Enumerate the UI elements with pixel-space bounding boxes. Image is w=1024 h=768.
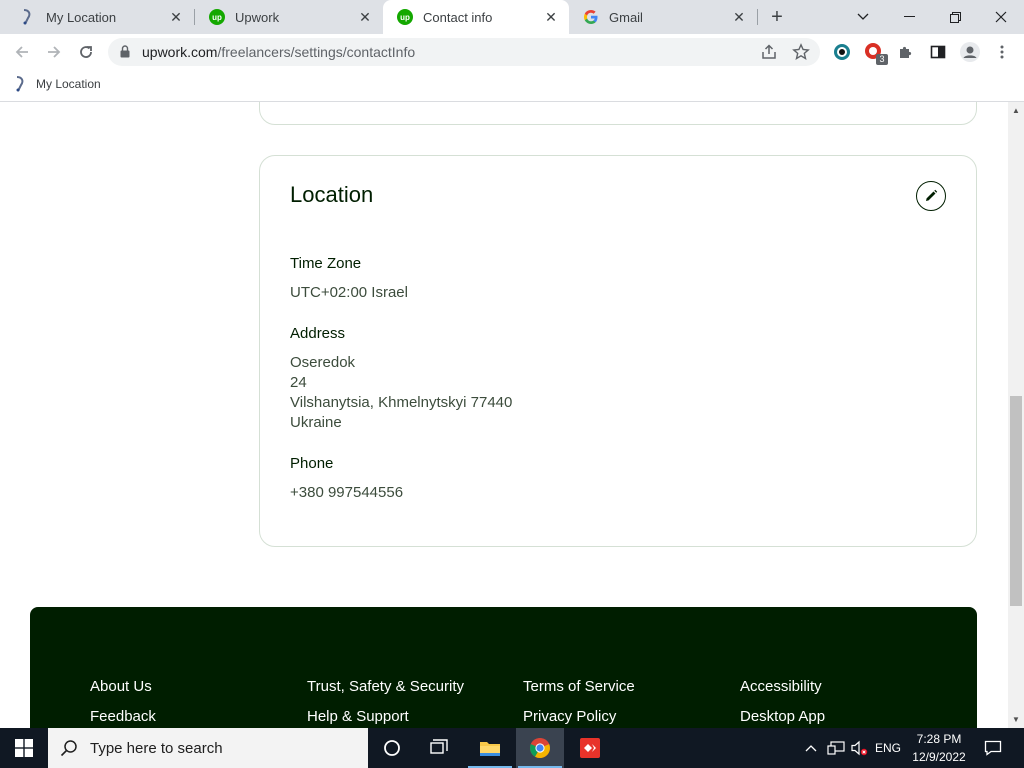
tray-overflow-chevron-icon[interactable] [800, 728, 822, 768]
location-card: Location Time Zone UTC+02:00 Israel Addr… [259, 155, 977, 547]
footer-link-trust-safety[interactable]: Trust, Safety & Security [307, 678, 464, 695]
vertical-scrollbar[interactable]: ▲ ▼ [1008, 102, 1024, 728]
bookmarks-bar: My Location [0, 70, 1024, 102]
previous-card [259, 102, 977, 125]
phone-value: +380 997544556 [290, 484, 404, 501]
extension-count-badge: 3 [876, 54, 888, 65]
upwork-icon: up [397, 9, 413, 25]
taskbar-clock[interactable]: 7:28 PM 12/9/2022 [906, 730, 972, 766]
tab-search-button[interactable] [840, 0, 886, 34]
time-zone-value: UTC+02:00 Israel [290, 284, 408, 301]
star-icon[interactable] [792, 43, 810, 66]
close-window-button[interactable] [978, 0, 1024, 34]
notification-center-icon[interactable] [978, 728, 1008, 768]
profile-avatar-icon[interactable] [956, 38, 984, 66]
start-button[interactable] [0, 728, 48, 768]
tab-title: Gmail [609, 9, 643, 25]
close-icon[interactable]: ✕ [357, 9, 373, 25]
footer-link-accessibility[interactable]: Accessibility [740, 678, 822, 695]
footer: About Us Trust, Safety & Security Terms … [30, 607, 977, 728]
back-button[interactable] [8, 38, 36, 66]
location-title: Location [290, 182, 374, 207]
upwork-icon: up [209, 9, 225, 25]
taskbar-search-box[interactable]: Type here to search [48, 728, 368, 768]
footer-link-about-us[interactable]: About Us [90, 678, 152, 695]
tab-upwork[interactable]: up Upwork ✕ [195, 0, 383, 34]
close-icon[interactable]: ✕ [543, 9, 559, 25]
clock-date: 12/9/2022 [912, 750, 966, 764]
extension-badge-icon[interactable]: 3 [860, 38, 888, 66]
search-placeholder: Type here to search [90, 739, 223, 757]
browser-toolbar: upwork.com/freelancers/settings/contactI… [0, 34, 1024, 70]
tab-strip: My Location ✕ up Upwork ✕ up Contact inf… [0, 0, 1024, 34]
time-zone-label: Time Zone [290, 255, 362, 272]
scroll-up-arrow-icon[interactable]: ▲ [1008, 102, 1024, 119]
edit-location-button[interactable] [916, 181, 946, 211]
footer-link-terms[interactable]: Terms of Service [523, 678, 635, 695]
share-icon[interactable] [760, 43, 778, 66]
app-red-icon[interactable] [566, 728, 614, 768]
cortana-icon[interactable] [368, 728, 416, 768]
windows-taskbar: Type here to search ENG 7:28 PM 12/9/202… [0, 728, 1024, 768]
task-view-icon[interactable] [416, 728, 464, 768]
phone-label: Phone [290, 455, 334, 472]
close-icon[interactable]: ✕ [168, 9, 184, 25]
location-pin-icon [14, 76, 28, 92]
restore-button[interactable] [932, 0, 978, 34]
pencil-icon [926, 189, 938, 201]
bookmark-my-location[interactable]: My Location [14, 76, 101, 92]
tab-contact-info[interactable]: up Contact info ✕ [383, 0, 569, 34]
bookmark-label: My Location [36, 77, 101, 91]
address-line-4: Ukraine [290, 414, 342, 431]
network-icon[interactable] [824, 728, 848, 768]
scroll-down-arrow-icon[interactable]: ▼ [1008, 711, 1024, 728]
tab-gmail[interactable]: Gmail ✕ [569, 0, 757, 34]
minimize-button[interactable] [886, 0, 932, 34]
address-line-3: Vilshanytsia, Khmelnytskyi 77440 [290, 394, 513, 411]
reload-button[interactable] [72, 38, 100, 66]
address-bar[interactable]: upwork.com/freelancers/settings/contactI… [108, 38, 820, 66]
url-text[interactable]: upwork.com/freelancers/settings/contactI… [142, 44, 415, 60]
google-icon [583, 9, 599, 25]
language-indicator[interactable]: ENG [872, 728, 904, 768]
menu-kebab-icon[interactable] [988, 38, 1016, 66]
clock-time: 7:28 PM [916, 732, 962, 746]
extensions-puzzle-icon[interactable] [892, 38, 920, 66]
chrome-taskbar-icon[interactable] [516, 728, 564, 768]
forward-button[interactable] [40, 38, 68, 66]
volume-muted-icon[interactable] [848, 728, 870, 768]
search-icon [60, 739, 78, 757]
tab-title: Upwork [235, 9, 280, 25]
close-icon[interactable]: ✕ [731, 9, 747, 25]
extension-eye-icon[interactable] [828, 38, 856, 66]
lock-icon[interactable] [120, 45, 130, 63]
address-label: Address [290, 325, 346, 342]
footer-link-feedback[interactable]: Feedback [90, 708, 156, 725]
tab-title: My Location [46, 9, 117, 25]
footer-link-privacy[interactable]: Privacy Policy [523, 708, 616, 725]
file-explorer-icon[interactable] [466, 728, 514, 768]
tab-my-location[interactable]: My Location ✕ [6, 0, 194, 34]
address-line-2: 24 [290, 374, 307, 391]
footer-link-help-support[interactable]: Help & Support [307, 708, 409, 725]
location-pin-icon [20, 9, 36, 25]
scrollbar-thumb[interactable] [1010, 396, 1022, 606]
windows-logo-icon [15, 739, 33, 757]
side-panel-icon[interactable] [924, 38, 952, 66]
footer-link-desktop-app[interactable]: Desktop App [740, 708, 825, 725]
page-content: Location Time Zone UTC+02:00 Israel Addr… [0, 102, 1008, 728]
address-line-1: Oseredok [290, 354, 356, 371]
tab-title: Contact info [423, 9, 493, 25]
new-tab-button[interactable]: + [764, 5, 790, 29]
